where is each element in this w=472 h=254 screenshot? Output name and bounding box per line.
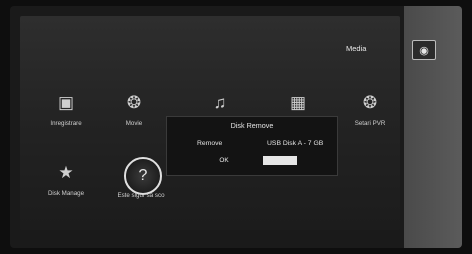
remove-field-value[interactable]: USB Disk A - 7 GB [267, 140, 323, 147]
menu-item-movie[interactable]: ❂ Movie [104, 92, 164, 127]
menu-item-label: Disk Manage [47, 190, 85, 197]
help-question-icon: ? [138, 167, 148, 184]
picture-icon: ▦ [289, 93, 307, 112]
cancel-button[interactable] [263, 156, 297, 165]
ok-button[interactable]: OK [211, 156, 237, 165]
menu-item-disk-remove-label-wrap: Este sigur sa sco [111, 192, 171, 199]
pvr-settings-icon: ❂ [362, 93, 378, 112]
disk-remove-dialog: Disk Remove Remove USB Disk A - 7 GB OK [166, 116, 338, 176]
menu-item-disk-remove[interactable]: ? [124, 157, 162, 195]
menu-item-pictures[interactable]: ▦ [268, 92, 328, 114]
menu-item-label: Inregistrare [50, 120, 82, 127]
recordings-camera-icon: ▣ [57, 93, 75, 112]
media-category-label: Media [346, 44, 367, 53]
media-folder-icon[interactable]: ◉ [412, 40, 436, 60]
menu-item-disk-manage[interactable]: ★ Disk Manage [36, 162, 96, 197]
menu-item-music[interactable]: ♫ [190, 92, 250, 114]
menu-item-label: Movie [125, 120, 143, 127]
menu-item-pvr-settings[interactable]: ❂ Setari PVR [340, 92, 400, 127]
menu-item-recordings[interactable]: ▣ Inregistrare [36, 92, 96, 127]
music-note-icon: ♫ [213, 93, 227, 112]
film-reel-icon: ❂ [126, 93, 142, 112]
star-icon: ★ [58, 163, 74, 182]
menu-item-label: Este sigur sa sco [117, 192, 165, 199]
menu-item-label: Setari PVR [354, 120, 386, 127]
remove-field-label: Remove [197, 140, 223, 147]
tv-screen: Media ◉ ▣ Inregistrare ❂ Movie ♫ ▦ ❂ Set… [10, 6, 462, 248]
dialog-title: Disk Remove [230, 121, 274, 130]
